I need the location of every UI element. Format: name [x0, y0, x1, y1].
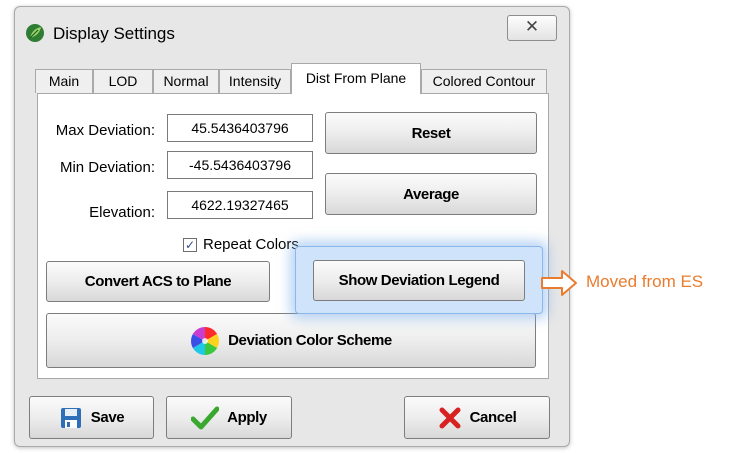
elevation-input[interactable]: [167, 191, 313, 219]
annotation-text: Moved from ES: [586, 272, 704, 291]
average-button[interactable]: Average: [325, 173, 537, 215]
max-deviation-label: Max Deviation:: [55, 122, 155, 139]
save-button[interactable]: Save: [29, 396, 154, 439]
green-checkmark-icon: [191, 406, 220, 429]
tab-intensity[interactable]: Intensity: [219, 69, 291, 93]
close-button[interactable]: ✕: [507, 15, 557, 41]
repeat-colors-label: Repeat Colors: [203, 236, 299, 253]
tab-lod[interactable]: LOD: [93, 69, 153, 93]
display-settings-window: Display Settings ✕ Main LOD Normal Inten…: [14, 6, 570, 447]
tab-main[interactable]: Main: [35, 69, 93, 93]
min-deviation-label: Min Deviation:: [59, 159, 155, 176]
apply-button[interactable]: Apply: [166, 396, 292, 439]
close-icon: ✕: [524, 17, 540, 36]
floppy-disk-icon: [60, 407, 81, 428]
window-title: Display Settings: [53, 24, 175, 43]
tab-normal[interactable]: Normal: [153, 69, 219, 93]
min-deviation-input[interactable]: [167, 151, 313, 179]
tab-colored-contour[interactable]: Colored Contour: [421, 69, 547, 93]
repeat-colors-checkbox[interactable]: ✓: [183, 238, 197, 252]
deviation-color-scheme-button[interactable]: Deviation Color Scheme: [46, 313, 536, 368]
title-bar: Display Settings ✕: [15, 7, 569, 53]
arrow-right-icon: [541, 270, 577, 296]
tab-dist-from-plane[interactable]: Dist From Plane: [291, 63, 421, 94]
checkmark-icon: ✓: [184, 238, 196, 252]
reset-button[interactable]: Reset: [325, 112, 537, 154]
convert-acs-to-plane-button[interactable]: Convert ACS to Plane: [46, 261, 270, 302]
show-deviation-legend-button[interactable]: Show Deviation Legend: [313, 260, 525, 301]
red-x-icon: [439, 407, 461, 428]
color-wheel-icon: [191, 326, 220, 355]
max-deviation-input[interactable]: [167, 114, 313, 142]
leaf-icon: [26, 24, 44, 42]
elevation-label: Elevation:: [89, 204, 155, 221]
cancel-button[interactable]: Cancel: [404, 396, 550, 439]
